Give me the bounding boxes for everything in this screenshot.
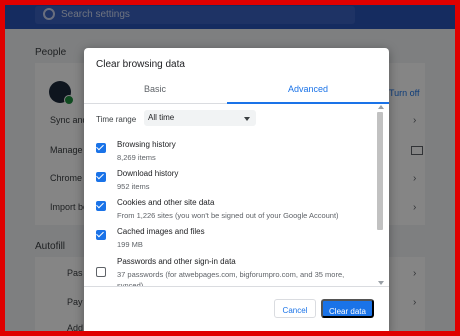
cancel-button[interactable]: Cancel [274, 299, 316, 318]
scroll-thumb[interactable] [377, 112, 383, 230]
dialog-title: Clear browsing data [96, 59, 185, 70]
time-range-value: All time [148, 113, 175, 122]
item-subtitle: 952 items [117, 182, 150, 191]
item-title: Browsing history [117, 140, 176, 149]
time-range-label: Time range [96, 115, 137, 124]
checkbox-browsing-history[interactable] [96, 142, 106, 153]
item-subtitle: From 1,226 sites (you won't be signed ou… [117, 211, 339, 220]
checkbox-cookies[interactable] [96, 200, 106, 211]
tab-bar: Basic Advanced [84, 75, 389, 104]
checkmark-icon [96, 142, 104, 151]
item-title: Download history [117, 169, 179, 178]
list-item: Cached images and files 199 MB [84, 227, 374, 257]
scroll-up-icon[interactable] [378, 105, 384, 109]
checkmark-icon [96, 171, 104, 180]
time-range-select[interactable]: All time [144, 110, 256, 126]
checkbox-passwords[interactable] [96, 267, 106, 277]
list-item: Browsing history 8,269 items [84, 140, 374, 170]
list-item: Download history 952 items [84, 169, 374, 199]
scroll-down-icon[interactable] [378, 281, 384, 285]
dialog-content: Time range All time Browsing history 8,2… [84, 104, 389, 286]
item-title: Cached images and files [117, 227, 205, 236]
list-item: Cookies and other site data From 1,226 s… [84, 198, 374, 228]
checkmark-icon [96, 229, 104, 238]
item-subtitle: 199 MB [117, 240, 143, 249]
dropdown-arrow-icon [244, 117, 250, 121]
list-item: Passwords and other sign-in data 37 pass… [84, 257, 374, 286]
dialog-footer: Cancel Clear data [84, 286, 389, 331]
tab-advanced[interactable]: Advanced [227, 75, 389, 103]
settings-page: Search settings People Turn off Sync and… [5, 5, 455, 331]
item-title: Cookies and other site data [117, 198, 215, 207]
item-subtitle: 8,269 items [117, 153, 156, 162]
checkbox-cached-images[interactable] [96, 229, 106, 240]
clear-data-button[interactable]: Clear data [321, 299, 374, 318]
item-subtitle: 37 passwords (for atwebpages.com, bigfor… [117, 270, 345, 286]
tab-basic[interactable]: Basic [84, 75, 226, 103]
item-title: Passwords and other sign-in data [117, 257, 236, 266]
scrollbar[interactable] [377, 104, 385, 286]
checkmark-icon [96, 200, 104, 209]
clear-browsing-data-dialog: Clear browsing data Basic Advanced Time … [84, 48, 389, 331]
checkbox-download-history[interactable] [96, 171, 106, 182]
